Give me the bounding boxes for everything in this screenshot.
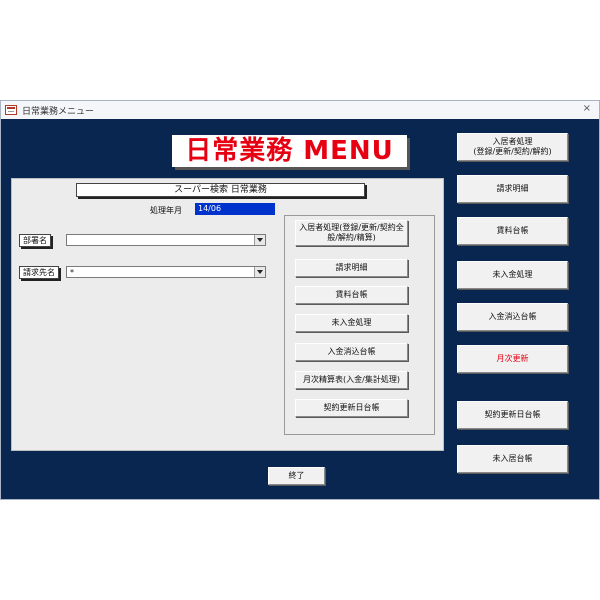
unpaid-processing-button[interactable]: 未入金処理 [295, 314, 408, 332]
period-label: 処理年月 [150, 206, 182, 215]
form-canvas: 日常業務 MENU スーパー検索 日常業務 処理年月 14/06 部署名 請求先… [1, 119, 599, 499]
payment-reconcile-button[interactable]: 入金消込台帳 [295, 343, 408, 361]
right-tenant-button[interactable]: 入居者処理 (登録/更新/契約/解約) [457, 133, 568, 161]
renewal-ledger-button[interactable]: 契約更新日台帳 [295, 399, 408, 417]
vacancy-ledger-button[interactable]: 未入居台帳 [457, 445, 568, 473]
right-unpaid-button[interactable]: 未入金処理 [457, 261, 568, 289]
monthly-statement-button[interactable]: 月次精算表(入金/集計処理) [295, 371, 408, 389]
monthly-update-button[interactable]: 月次更新 [457, 345, 568, 373]
billing-name-label: 請求先名 [19, 266, 59, 279]
window-title: 日常業務メニュー [22, 107, 95, 117]
right-rent-ledger-button[interactable]: 賃料台帳 [457, 217, 568, 245]
title-bar: 日常業務メニュー × [1, 101, 599, 120]
chevron-down-icon[interactable] [254, 267, 265, 277]
right-payment-reconcile-button[interactable]: 入金消込台帳 [457, 303, 568, 331]
period-value[interactable]: 14/06 [195, 203, 275, 215]
billing-name-value: * [70, 268, 74, 277]
search-panel: スーパー検索 日常業務 処理年月 14/06 部署名 請求先名 * 入居者処理(… [11, 178, 444, 451]
tenant-processing-button[interactable]: 入居者処理(登録/更新/契約全般/解約/精算) [295, 220, 408, 246]
right-billing-detail-button[interactable]: 請求明細 [457, 175, 568, 203]
rent-ledger-button[interactable]: 賃料台帳 [295, 286, 408, 304]
exit-button[interactable]: 終了 [268, 467, 325, 485]
close-icon[interactable]: × [583, 103, 591, 114]
billing-detail-button[interactable]: 請求明細 [295, 259, 408, 277]
form-icon [5, 105, 17, 115]
menu-title: 日常業務 MENU [172, 135, 407, 167]
right-renewal-ledger-button[interactable]: 契約更新日台帳 [457, 401, 568, 429]
department-combo[interactable] [66, 234, 266, 246]
department-label: 部署名 [19, 234, 51, 247]
chevron-down-icon[interactable] [254, 235, 265, 245]
billing-name-combo[interactable]: * [66, 266, 266, 278]
panel-header: スーパー検索 日常業務 [76, 183, 365, 197]
app-window: 日常業務メニュー × 日常業務 MENU スーパー検索 日常業務 処理年月 14… [0, 100, 600, 500]
